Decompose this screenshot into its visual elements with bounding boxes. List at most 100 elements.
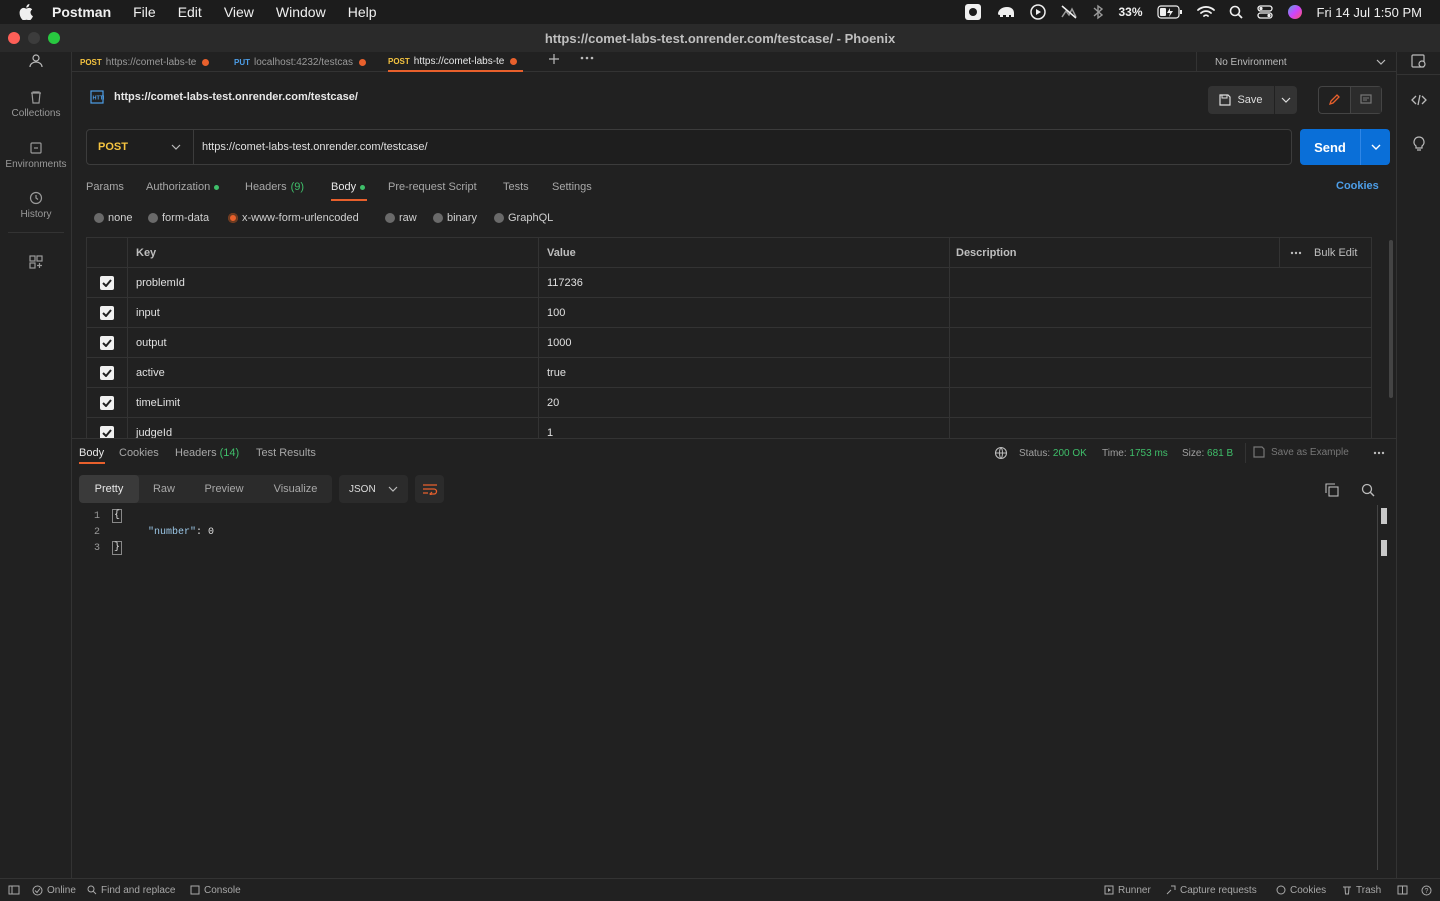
response-tab-test-results[interactable]: Test Results [256,447,316,459]
search-icon[interactable] [1361,483,1375,497]
sidebar-item-environments[interactable]: Environments [0,141,72,170]
response-size[interactable]: Size: 681 B [1182,448,1233,459]
language-select[interactable]: JSON [339,475,408,503]
menu-edit[interactable]: Edit [178,4,202,20]
menu-view[interactable]: View [224,4,254,20]
body-type-binary[interactable]: binary [433,212,477,224]
environment-selector[interactable]: No Environment [1196,52,1396,72]
row-checkbox[interactable] [100,306,114,320]
request-tab[interactable]: PUT localhost:4232/testcas [234,52,366,72]
response-tab-headers[interactable]: Headers (14) [175,447,239,459]
cookies-link[interactable]: Cookies [1336,180,1379,192]
copy-icon[interactable] [1325,483,1339,497]
minimize-window-button[interactable] [28,32,40,44]
account-button[interactable] [0,54,72,68]
menu-help[interactable]: Help [348,4,377,20]
online-status[interactable]: Online [32,879,76,901]
key-cell[interactable]: timeLimit [128,388,539,418]
response-tab-body[interactable]: Body [79,447,104,459]
value-cell[interactable]: 117236 [539,268,950,298]
capture-requests-button[interactable]: Capture requests [1166,879,1257,901]
key-cell[interactable]: output [128,328,539,358]
code-scrollbar-track[interactable] [1377,505,1378,870]
help-icon[interactable]: ? [1421,879,1432,901]
description-cell[interactable] [950,418,1371,438]
tab-settings[interactable]: Settings [552,180,592,194]
request-tab-active[interactable]: POST https://comet-labs-te [388,52,524,72]
mute-icon[interactable] [1060,4,1078,20]
menu-window[interactable]: Window [276,4,326,20]
value-cell[interactable]: true [539,358,950,388]
key-cell[interactable]: problemId [128,268,539,298]
edit-mode-button[interactable] [1319,87,1350,113]
pane-divider[interactable] [72,438,1396,439]
apple-icon[interactable] [0,4,52,20]
tab-authorization[interactable]: Authorization [146,180,220,194]
body-type-none[interactable]: none [94,212,132,224]
wifi-icon[interactable] [1196,5,1215,19]
more-options-icon[interactable] [1290,251,1302,255]
value-cell[interactable]: 20 [539,388,950,418]
description-cell[interactable] [950,358,1371,388]
description-cell[interactable] [950,268,1371,298]
control-center-icon[interactable] [1256,5,1273,19]
sidebar-item-collections[interactable]: Collections [0,90,72,119]
screen-recorder-icon[interactable] [964,3,982,21]
elephant-icon[interactable] [996,4,1016,20]
body-type-form-data[interactable]: form-data [148,212,209,224]
value-cell[interactable]: 1 [539,418,950,438]
format-pretty[interactable]: Pretty [79,475,139,503]
network-globe-icon[interactable] [994,446,1010,460]
format-raw[interactable]: Raw [139,475,189,503]
key-cell[interactable]: active [128,358,539,388]
spotlight-search-icon[interactable] [1229,5,1243,19]
comments-button[interactable] [1349,87,1381,113]
find-replace-button[interactable]: Find and replace [87,879,176,901]
tab-tests[interactable]: Tests [503,180,529,194]
close-window-button[interactable] [8,32,20,44]
send-button[interactable]: Send [1300,129,1360,165]
description-cell[interactable] [950,328,1371,358]
menu-app-name[interactable]: Postman [52,4,111,20]
send-options-dropdown[interactable] [1360,129,1390,165]
two-pane-view-icon[interactable] [1397,879,1408,901]
bluetooth-icon[interactable] [1092,4,1104,20]
play-icon[interactable] [1030,4,1047,20]
siri-icon[interactable] [1287,4,1303,20]
response-tab-cookies[interactable]: Cookies [119,447,159,459]
request-title[interactable]: HTTP https://comet-labs-test.onrender.co… [90,90,358,104]
method-select[interactable]: POST [87,130,194,164]
more-options-icon[interactable] [1373,451,1385,455]
battery-icon[interactable] [1156,5,1183,19]
footer-cookies-button[interactable]: Cookies [1276,879,1326,901]
lightbulb-icon[interactable] [1412,136,1426,152]
wrap-lines-button[interactable] [415,475,444,503]
trash-button[interactable]: Trash [1342,879,1381,901]
tab-params[interactable]: Params [86,180,124,194]
environment-quick-look-icon[interactable] [1411,54,1427,68]
body-type-urlencoded[interactable]: x-www-form-urlencoded [228,212,359,224]
tab-headers[interactable]: Headers (9) [245,180,304,194]
bulk-edit-button[interactable]: Bulk Edit [1314,247,1357,259]
description-cell[interactable] [950,298,1371,328]
tab-prerequest-script[interactable]: Pre-request Script [388,180,477,194]
toggle-sidebar-icon[interactable] [8,879,20,901]
format-visualize[interactable]: Visualize [259,475,332,503]
response-status[interactable]: Status: 200 OK [1019,448,1087,459]
value-cell[interactable]: 100 [539,298,950,328]
code-icon[interactable] [1411,94,1427,106]
row-checkbox[interactable] [100,276,114,290]
url-input[interactable] [194,130,1291,164]
key-cell[interactable]: judgeId [128,418,539,438]
new-tab-plus-icon[interactable] [548,53,560,65]
save-button[interactable]: Save [1208,86,1274,114]
save-as-example-button[interactable]: Save as Example [1253,446,1349,458]
key-cell[interactable]: input [128,298,539,328]
tab-body[interactable]: Body [331,180,366,194]
response-time[interactable]: Time: 1753 ms [1102,448,1168,459]
runner-button[interactable]: Runner [1104,879,1151,901]
row-checkbox[interactable] [100,396,114,410]
row-checkbox[interactable] [100,336,114,350]
console-button[interactable]: Console [190,879,241,901]
save-options-dropdown[interactable] [1275,86,1297,114]
